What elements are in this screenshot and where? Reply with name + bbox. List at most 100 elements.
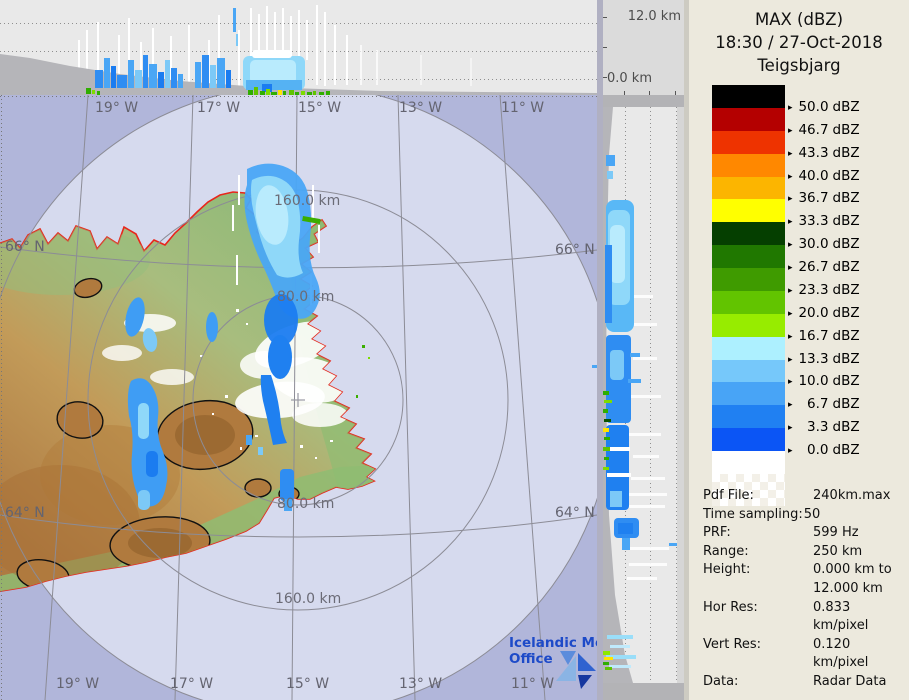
legend-threshold-label: ▸ 46.7 dBZ <box>788 122 860 139</box>
scan-info: Pdf File: 240km.max Time sampling: 50 PRF: 59… <box>703 487 905 700</box>
scan-info-row: Vert Res: 0.120 km/pixel <box>703 636 905 673</box>
threshold-unit: dBZ <box>832 281 860 298</box>
threshold-arrow-icon: ▸ <box>788 377 793 388</box>
lon-label-top-0: 19° W <box>95 100 139 116</box>
scale-tick <box>603 47 607 48</box>
legend-band <box>712 382 785 406</box>
threshold-value: 30.0 <box>798 236 829 253</box>
legend-threshold-label: ▸ 36.7 dBZ <box>788 190 860 207</box>
lon-label-top-1: 17° W <box>197 100 241 116</box>
profile-height-min-label: 0.0 km <box>607 71 652 86</box>
legend-threshold-label: ▸ 30.0 dBZ <box>788 236 860 253</box>
legend-band <box>712 268 785 291</box>
threshold-arrow-icon: ▸ <box>788 240 793 251</box>
threshold-value: 33.3 <box>798 213 829 230</box>
product-title: MAX (dBZ) <box>754 10 844 29</box>
ring-label-160-top: 160.0 km <box>274 193 341 209</box>
threshold-arrow-icon: ▸ <box>788 331 793 342</box>
legend-band <box>712 85 785 108</box>
threshold-arrow-icon: ▸ <box>788 171 793 182</box>
info-label: Data: <box>703 673 739 689</box>
legend-band <box>712 405 785 429</box>
legend-band <box>712 428 785 451</box>
info-label: Pdf File: <box>703 488 754 503</box>
legend-band <box>712 199 785 223</box>
legend-band <box>712 313 785 337</box>
lon-label-top-2: 15° W <box>298 100 342 116</box>
legend-threshold-label: ▸ 33.3 dBZ <box>788 213 860 230</box>
scan-info-row: Pdf File: 240km.max <box>703 487 905 506</box>
threshold-unit: dBZ <box>832 304 860 321</box>
side-height-profile <box>603 95 684 700</box>
threshold-arrow-icon: ▸ <box>788 446 793 456</box>
threshold-value: 43.3 <box>798 144 829 161</box>
info-label: Hor Res: <box>703 599 758 615</box>
legend-band <box>712 359 785 383</box>
top-height-profile <box>0 0 597 95</box>
threshold-arrow-icon: ▸ <box>788 423 793 434</box>
legend-threshold-label: ▸ 26.7 dBZ <box>788 259 860 276</box>
threshold-unit: dBZ <box>832 327 860 344</box>
threshold-arrow-icon: ▸ <box>788 308 793 319</box>
legend-threshold-label: ▸ 50.0 dBZ <box>788 99 860 116</box>
lon-label-bottom-3: 13° W <box>399 676 443 692</box>
threshold-arrow-icon: ▸ <box>788 354 793 365</box>
threshold-unit: dBZ <box>832 396 860 413</box>
info-value: 250 km <box>813 543 863 559</box>
imo-logo-line2: Office <box>509 651 553 667</box>
threshold-unit: dBZ <box>832 236 860 253</box>
threshold-unit: dBZ <box>832 213 860 230</box>
threshold-value: 16.7 <box>798 327 829 344</box>
scan-info-row: PRF: 599 Hz <box>703 524 905 543</box>
legend-band <box>712 222 785 246</box>
info-value: 240km.max <box>813 488 891 503</box>
threshold-arrow-icon: ▸ <box>788 102 793 113</box>
legend-threshold-label: ▸ 13.3 dBZ <box>788 351 860 368</box>
scale-tick <box>603 17 607 18</box>
lat-label-right-64n: 64° N <box>555 505 595 521</box>
threshold-value: 46.7 <box>798 121 829 138</box>
threshold-unit: dBZ <box>832 259 860 275</box>
imo-logo-line1: Icelandic Met <box>509 635 611 651</box>
lon-label-bottom-0: 19° W <box>56 676 100 692</box>
scale-tick <box>603 77 607 78</box>
lon-label-bottom-1: 17° W <box>170 676 214 692</box>
legend-threshold-label: ▸ 23.3 dBZ <box>788 282 860 299</box>
threshold-value: 26.7 <box>798 259 829 275</box>
lat-label-left-64n: 64° N <box>5 505 45 521</box>
scan-info-row: Hor Res: 0.833 km/pixel <box>703 599 905 636</box>
info-value: 0.833 km/pixel <box>813 599 869 634</box>
threshold-arrow-icon: ▸ <box>788 217 793 228</box>
threshold-unit: dBZ <box>832 350 860 367</box>
scan-info-row: Height: 0.000 km to <box>703 561 905 580</box>
ring-label-80-bottom: 80.0 km <box>277 496 335 512</box>
legend-band <box>712 153 785 177</box>
threshold-arrow-icon: ▸ <box>788 285 793 296</box>
scan-info-row: Range: 250 km <box>703 543 905 562</box>
threshold-unit: dBZ <box>832 98 860 115</box>
profile-height-max-label: 12.0 km <box>627 9 681 24</box>
info-value: 50 <box>803 506 821 522</box>
profile-scale-box: 12.0 km 0.0 km <box>603 0 684 95</box>
threshold-value: 13.3 <box>798 350 829 367</box>
threshold-value: 23.3 <box>798 281 829 298</box>
threshold-unit: dBZ <box>832 419 860 436</box>
lat-label-right-66n: 66° N <box>555 242 595 258</box>
info-label: Vert Res: <box>703 636 762 652</box>
legend-threshold-label: ▸ 20.0 dBZ <box>788 305 860 322</box>
legend-band <box>712 107 785 131</box>
threshold-value: 20.0 <box>798 304 829 321</box>
threshold-value: 10.0 <box>798 373 829 390</box>
legend-band <box>712 176 785 200</box>
threshold-arrow-icon: ▸ <box>788 263 793 273</box>
info-value: 0.120 km/pixel <box>813 636 869 671</box>
legend-colorbar <box>712 85 785 506</box>
threshold-unit: dBZ <box>832 373 860 390</box>
lon-label-bottom-2: 15° W <box>286 676 330 692</box>
info-label: Height: <box>703 562 751 578</box>
threshold-arrow-icon: ▸ <box>788 148 793 159</box>
legend-band-below-min <box>712 451 785 474</box>
legend-threshold-label: ▸ 3.3 dBZ <box>788 419 860 436</box>
lon-label-top-3: 13° W <box>399 100 443 116</box>
threshold-unit: dBZ <box>832 167 860 184</box>
